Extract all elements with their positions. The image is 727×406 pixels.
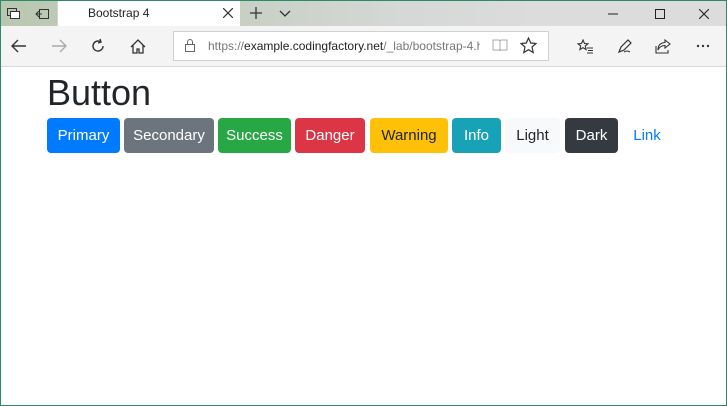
info-button[interactable]: Info (452, 118, 501, 153)
star-icon[interactable] (519, 36, 538, 59)
dark-button[interactable]: Dark (565, 118, 618, 153)
favorites-icon[interactable] (573, 34, 597, 58)
warning-button[interactable]: Warning (370, 118, 448, 153)
refresh-icon[interactable] (86, 34, 110, 58)
tab-manager-icon[interactable] (1, 1, 27, 26)
address-bar[interactable]: https://example.codingfactory.net/_lab/b… (173, 31, 549, 61)
primary-button[interactable]: Primary (47, 118, 120, 153)
new-tab-icon[interactable] (244, 1, 268, 26)
title-bar: Bootstrap 4 (1, 1, 726, 26)
close-window-icon[interactable] (681, 1, 726, 26)
navigation-bar: https://example.codingfactory.net/_lab/b… (1, 26, 726, 67)
pen-icon[interactable] (613, 34, 637, 58)
success-button[interactable]: Success (218, 118, 291, 153)
maximize-icon[interactable] (637, 1, 683, 26)
chevron-down-icon[interactable] (273, 1, 297, 26)
minimize-icon[interactable] (590, 1, 636, 26)
browser-tab[interactable]: Bootstrap 4 (57, 1, 240, 26)
page-content: Button Primary Secondary Success Danger … (1, 68, 726, 405)
share-icon[interactable] (651, 34, 675, 58)
tab-title: Bootstrap 4 (88, 6, 150, 20)
link-button[interactable]: Link (623, 118, 671, 153)
forward-arrow-icon[interactable] (47, 34, 71, 58)
url-text[interactable]: https://example.codingfactory.net/_lab/b… (208, 39, 480, 53)
set-aside-tabs-icon[interactable] (29, 1, 55, 26)
secondary-button[interactable]: Secondary (124, 118, 214, 153)
close-tab-icon[interactable] (218, 3, 238, 23)
reading-view-icon[interactable] (492, 38, 508, 57)
more-icon[interactable] (691, 34, 715, 58)
danger-button[interactable]: Danger (295, 118, 365, 153)
lock-icon (184, 38, 196, 58)
home-icon[interactable] (126, 34, 150, 58)
back-arrow-icon[interactable] (7, 34, 31, 58)
browser-window: Bootstrap 4 https://example.codingfactor… (0, 0, 727, 406)
page-title: Button (47, 72, 152, 113)
light-button[interactable]: Light (505, 118, 560, 153)
